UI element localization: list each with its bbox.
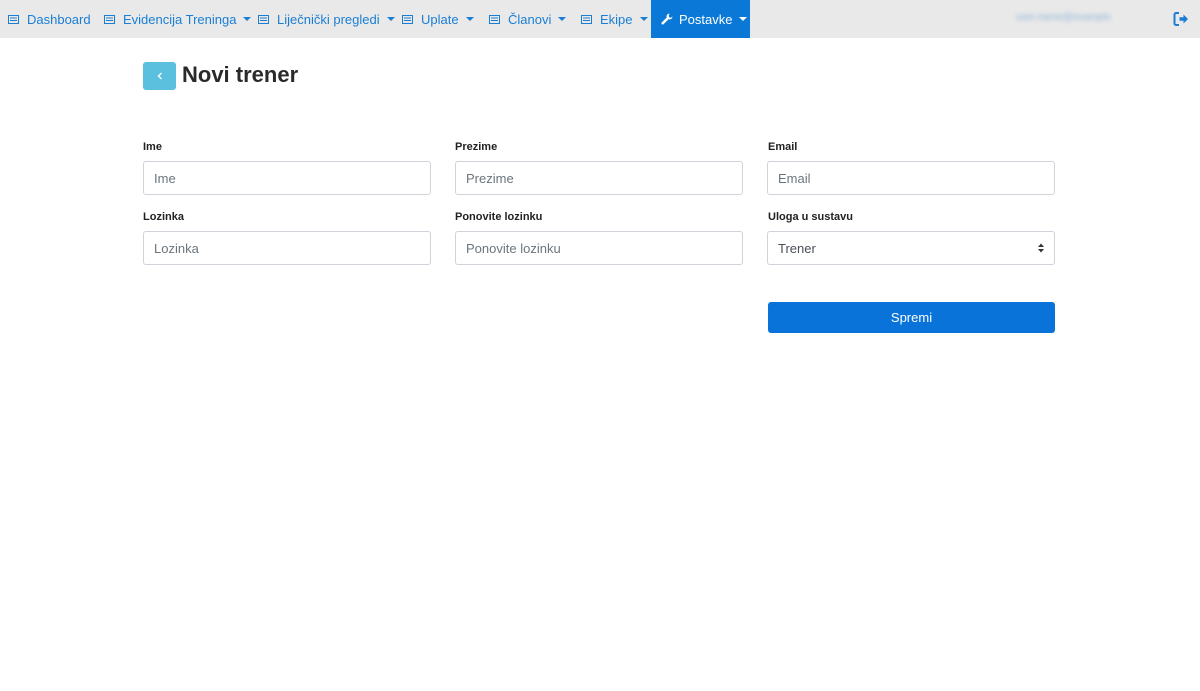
caret-down-icon [465, 17, 474, 21]
email-label: Email [768, 141, 798, 153]
list-icon [402, 14, 413, 24]
nav-item-label: Postavke [679, 11, 733, 27]
nav-item-label: Evidencija Treninga [123, 11, 237, 27]
list-icon [104, 14, 115, 24]
nav-item-postavke[interactable]: Postavke [651, 0, 750, 38]
caret-down-icon [243, 17, 252, 21]
list-icon [581, 14, 592, 24]
page-title: Novi trener [182, 62, 299, 87]
list-icon [489, 14, 500, 24]
caret-down-icon [639, 17, 648, 21]
caret-down-icon [558, 17, 567, 21]
nav-item-ekipe[interactable]: Ekipe [581, 0, 648, 38]
nav-item-dashboard[interactable]: Dashboard [8, 0, 91, 38]
user-name[interactable]: user.name@example [1016, 12, 1150, 26]
first-name-input[interactable] [143, 161, 431, 195]
role-select[interactable]: Trener [767, 231, 1055, 265]
last-name-input[interactable] [455, 161, 743, 195]
password-repeat-label: Ponovite lozinku [455, 211, 543, 223]
sort-arrows-icon [1037, 242, 1045, 254]
sign-out-icon[interactable] [1173, 11, 1189, 27]
list-icon [8, 14, 19, 24]
last-name-label: Prezime [455, 141, 498, 153]
first-name-label: Ime [143, 141, 162, 153]
top-navbar: Dashboard Evidencija Treninga Liječnički… [0, 0, 1200, 38]
nav-item-label: Uplate [421, 11, 459, 27]
nav-item-label: Članovi [508, 11, 552, 27]
email-input[interactable] [767, 161, 1055, 195]
password-repeat-input[interactable] [455, 231, 743, 265]
nav-item-uplate[interactable]: Uplate [402, 0, 474, 38]
caret-down-icon [386, 17, 395, 21]
back-button[interactable] [143, 62, 176, 90]
nav-item-ljecnicki-pregledi[interactable]: Liječnički pregledi [258, 0, 395, 38]
list-icon [258, 14, 269, 24]
password-input[interactable] [143, 231, 431, 265]
save-button[interactable]: Spremi [768, 302, 1055, 333]
nav-item-label: Liječnički pregledi [277, 11, 380, 27]
nav-item-clanovi[interactable]: Članovi [489, 0, 567, 38]
nav-item-evidencija-treninga[interactable]: Evidencija Treninga [104, 0, 252, 38]
role-selected-value: Trener [778, 240, 816, 256]
nav-item-label: Ekipe [600, 11, 633, 27]
chevron-left-icon [156, 71, 164, 81]
caret-down-icon [739, 17, 748, 21]
wrench-icon [661, 13, 673, 25]
role-label: Uloga u sustavu [768, 211, 853, 223]
password-label: Lozinka [143, 211, 184, 223]
nav-item-label: Dashboard [27, 11, 91, 27]
